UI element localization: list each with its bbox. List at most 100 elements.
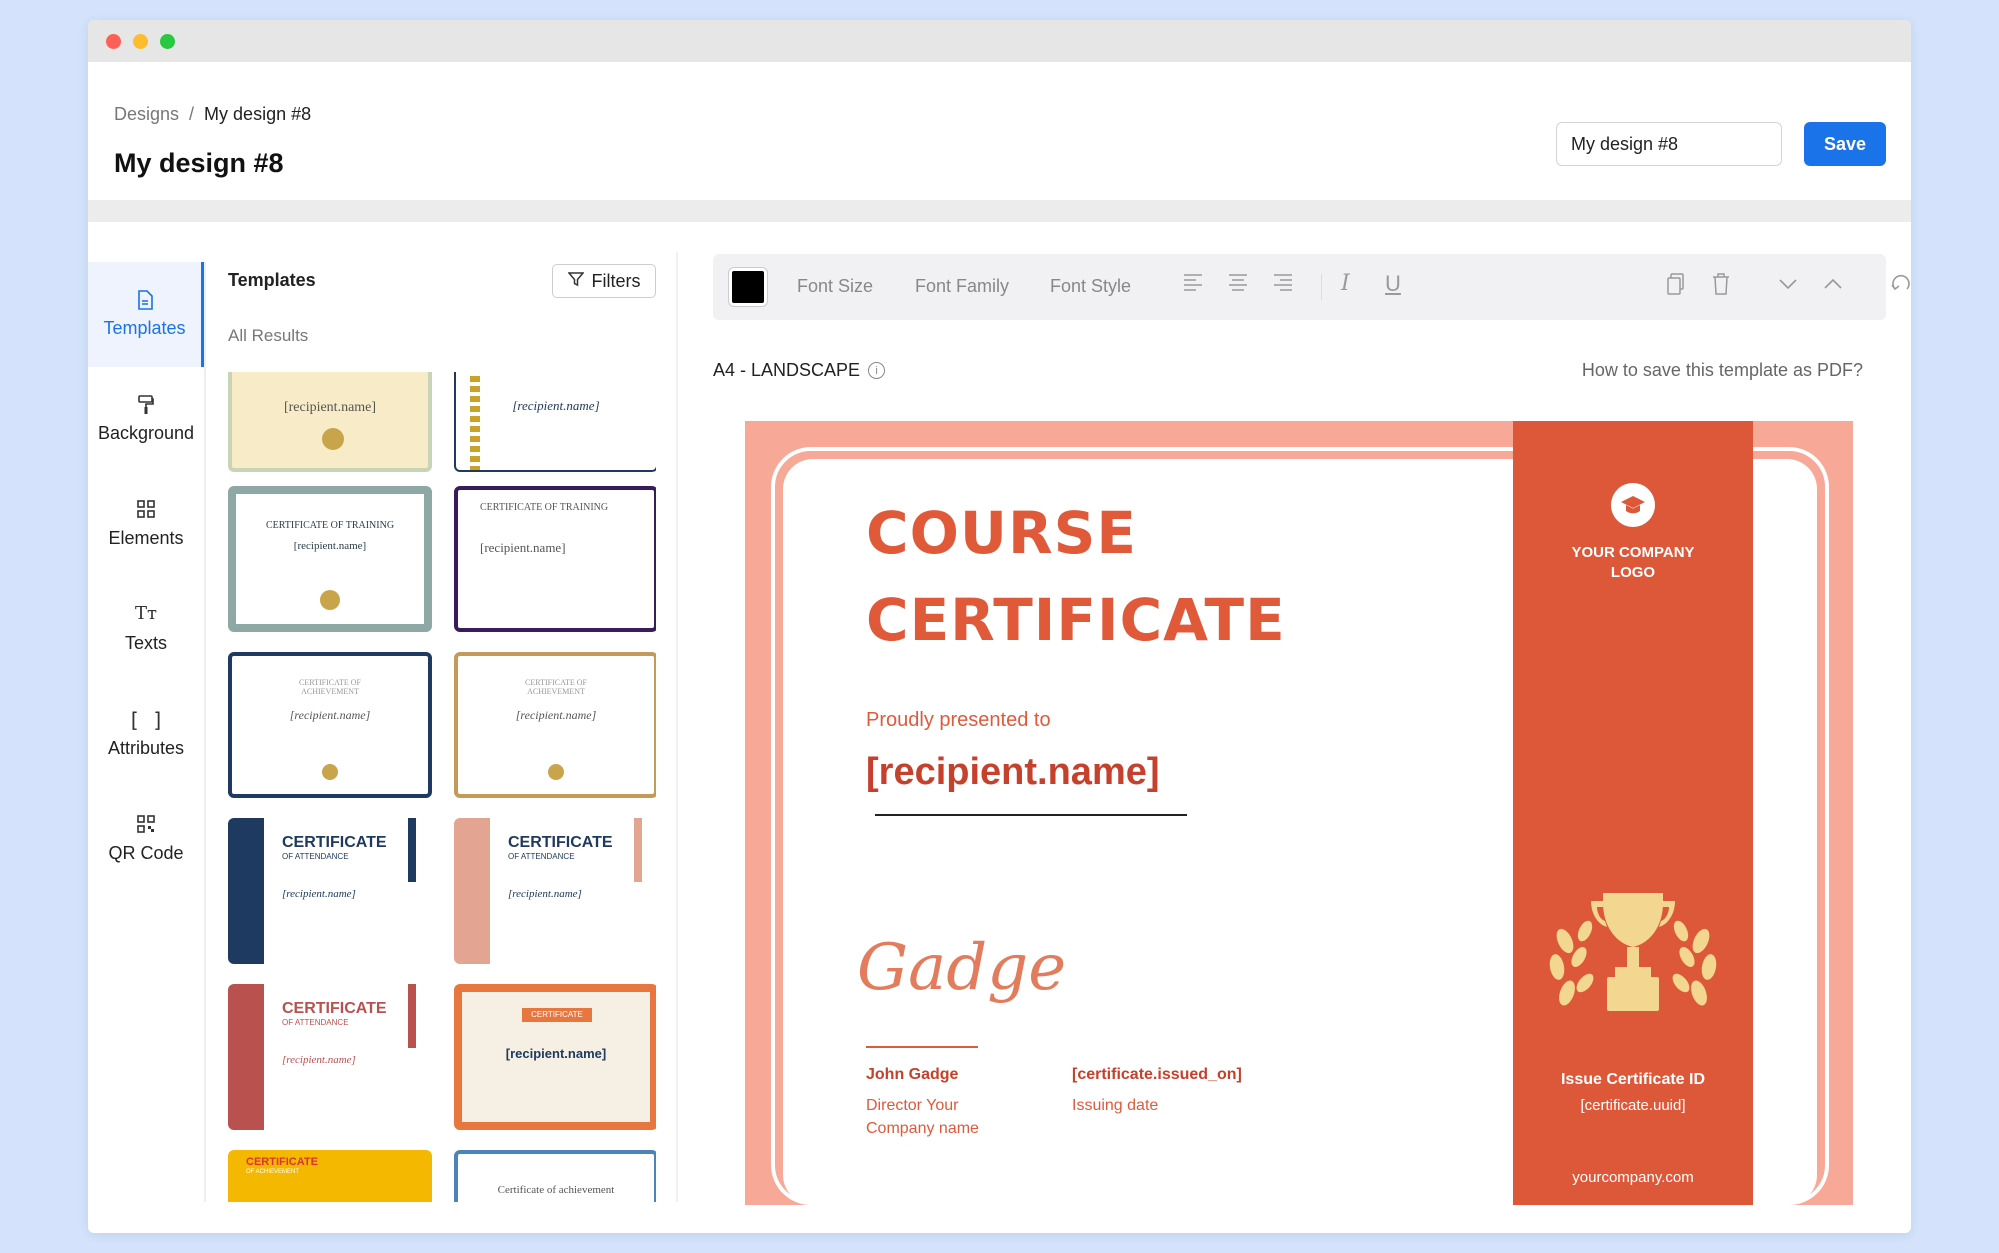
paint-roller-icon (138, 395, 154, 415)
peach-side-band (454, 818, 490, 964)
certificate-id-value[interactable]: [certificate.uuid] (1513, 1097, 1753, 1114)
copy-icon[interactable] (1667, 273, 1685, 299)
company-logo-line1[interactable]: YOUR COMPANY (1513, 544, 1753, 561)
issuing-date-label[interactable]: Issuing date (1072, 1097, 1158, 1115)
qr-code-icon (137, 815, 155, 835)
template-thumbnail[interactable]: CERTIFICATE OF ATTENDANCE [recipient.nam… (454, 818, 656, 964)
recipient-name-field[interactable]: [recipient.name] (866, 751, 1160, 794)
templates-panel-title: Templates (228, 270, 316, 290)
text-icon: Tᴛ (135, 603, 157, 624)
results-label: All Results (228, 326, 309, 345)
certificate-title-line2[interactable]: CERTIFICATE (866, 586, 1286, 654)
signature-line (866, 1046, 978, 1048)
navy-side-bar (408, 818, 416, 882)
underline-icon[interactable]: U (1385, 273, 1401, 295)
seal-icon (322, 428, 344, 450)
template-thumb-recipient: [recipient.name] (293, 540, 367, 552)
breadcrumb-designs-link[interactable]: Designs (114, 104, 179, 125)
sidebar-item-qr-code[interactable]: QR Code (88, 787, 204, 892)
sidebar-item-label: Attributes (107, 738, 185, 758)
template-thumb-subtitle: OF ATTENDANCE (508, 852, 575, 861)
tools-sidebar: Templates Background Elements Tᴛ Texts [… (88, 262, 204, 892)
sidebar-item-attributes[interactable]: [ ] Attributes (88, 682, 204, 787)
font-family-dropdown[interactable]: Font Family (915, 276, 1009, 297)
template-thumb-recipient: [recipient.name] (289, 708, 371, 722)
template-thumbnail[interactable]: Certificate of achievement (454, 1150, 656, 1202)
template-thumbnail[interactable]: CERTIFICATE OF ATTENDANCE [recipient.nam… (228, 984, 432, 1130)
align-left-icon[interactable] (1183, 273, 1203, 295)
design-name-input[interactable] (1556, 122, 1782, 166)
company-website[interactable]: yourcompany.com (1513, 1169, 1753, 1186)
template-thumb-recipient: [recipient.name] (282, 1054, 356, 1066)
template-thumb-title: Certificate of achievement (497, 1184, 615, 1196)
signer-title-line1[interactable]: Director Your (866, 1097, 959, 1115)
undo-icon[interactable] (1890, 273, 1911, 299)
template-thumb-title: CERTIFICATE (282, 1000, 387, 1017)
template-thumbnail[interactable]: CERTIFICATE OF TRAINING [recipient.name] (454, 486, 656, 632)
window-titlebar (88, 20, 1911, 62)
minimize-window-dot[interactable] (133, 33, 148, 49)
app-window: Designs / My design #8 My design #8 Save… (88, 20, 1911, 1233)
signer-name[interactable]: John Gadge (866, 1066, 958, 1084)
align-right-icon[interactable] (1273, 273, 1293, 295)
save-as-pdf-help-link[interactable]: How to save this template as PDF? (1582, 360, 1863, 381)
certificate-id-label[interactable]: Issue Certificate ID (1513, 1071, 1753, 1089)
move-down-icon[interactable] (1778, 273, 1798, 295)
certificate-title-line1[interactable]: COURSE (866, 499, 1137, 567)
sidebar-item-templates[interactable]: Templates (88, 262, 204, 367)
template-grid: [recipient.name] [recipient.name] CERTIF… (228, 372, 656, 1202)
move-up-icon[interactable] (1823, 273, 1843, 295)
filters-button[interactable]: Filters (552, 264, 656, 298)
save-button[interactable]: Save (1804, 122, 1886, 166)
maximize-window-dot[interactable] (160, 33, 175, 49)
seal-icon (548, 764, 564, 780)
template-thumb-title: CERTIFICATE OF TRAINING (265, 520, 395, 531)
template-thumb-title: CERTIFICATE OF ACHIEVEMENT (525, 678, 587, 696)
filters-label: Filters (591, 270, 641, 291)
sidebar-divider (204, 262, 206, 1202)
recipient-underline (875, 814, 1187, 816)
page-size-text: A4 - LANDSCAPE (713, 360, 861, 380)
sidebar-item-label: Elements (108, 528, 184, 548)
issued-on-field[interactable]: [certificate.issued_on] (1072, 1066, 1242, 1084)
template-thumbnail[interactable]: CERTIFICATE OF ACHIEVEMENT (228, 1150, 432, 1202)
text-color-swatch[interactable] (729, 268, 767, 306)
align-center-icon[interactable] (1228, 273, 1248, 295)
sidebar-item-elements[interactable]: Elements (88, 472, 204, 577)
info-icon[interactable]: i (868, 362, 886, 379)
company-logo-line2[interactable]: LOGO (1513, 564, 1753, 581)
sidebar-item-texts[interactable]: Tᴛ Texts (88, 577, 204, 682)
template-thumb-subtitle: OF ATTENDANCE (282, 1018, 349, 1027)
font-style-dropdown[interactable]: Font Style (1050, 276, 1131, 297)
trash-icon[interactable] (1712, 273, 1730, 299)
sidebar-item-label: QR Code (108, 843, 184, 863)
template-thumbnail[interactable]: CERTIFICATE OF ACHIEVEMENT [recipient.na… (228, 652, 432, 798)
sidebar-item-label: Background (97, 423, 195, 443)
header-divider (88, 200, 1911, 222)
certificate-canvas[interactable]: COURSE CERTIFICATE Proudly presented to … (745, 421, 1853, 1205)
template-thumbnail[interactable]: CERTIFICATE OF ACHIEVEMENT [recipient.na… (454, 652, 656, 798)
template-thumbnail[interactable]: CERTIFICATE OF ATTENDANCE [recipient.nam… (228, 818, 432, 964)
template-thumb-banner: CERTIFICATE (522, 1008, 592, 1022)
sidebar-item-background[interactable]: Background (88, 367, 204, 472)
template-thumb-title: CERTIFICATE (282, 834, 387, 851)
trophy-icon[interactable] (1545, 891, 1721, 1026)
panel-divider (676, 252, 678, 1202)
template-thumbnail[interactable]: [recipient.name] (228, 372, 432, 472)
italic-icon[interactable]: I (1341, 273, 1350, 295)
file-icon (137, 290, 153, 310)
template-thumb-recipient: [recipient.name] (282, 888, 356, 900)
template-thumbnail[interactable]: CERTIFICATE OF TRAINING [recipient.name] (228, 486, 432, 632)
template-thumb-title: CERTIFICATE (246, 1156, 318, 1168)
close-window-dot[interactable] (106, 33, 121, 49)
template-thumb-recipient: [recipient.name] (505, 1046, 607, 1061)
font-size-dropdown[interactable]: Font Size (797, 276, 873, 297)
signature-image[interactable]: Gadge (857, 931, 1066, 1005)
graduation-cap-icon[interactable] (1611, 483, 1655, 527)
template-thumbnail[interactable]: [recipient.name] (454, 372, 656, 472)
presented-to-text[interactable]: Proudly presented to (866, 709, 1051, 732)
template-thumbnail[interactable]: CERTIFICATE [recipient.name] (454, 984, 656, 1130)
signer-title-line2[interactable]: Company name (866, 1120, 979, 1138)
filter-icon (566, 271, 585, 292)
seal-icon (322, 764, 338, 780)
